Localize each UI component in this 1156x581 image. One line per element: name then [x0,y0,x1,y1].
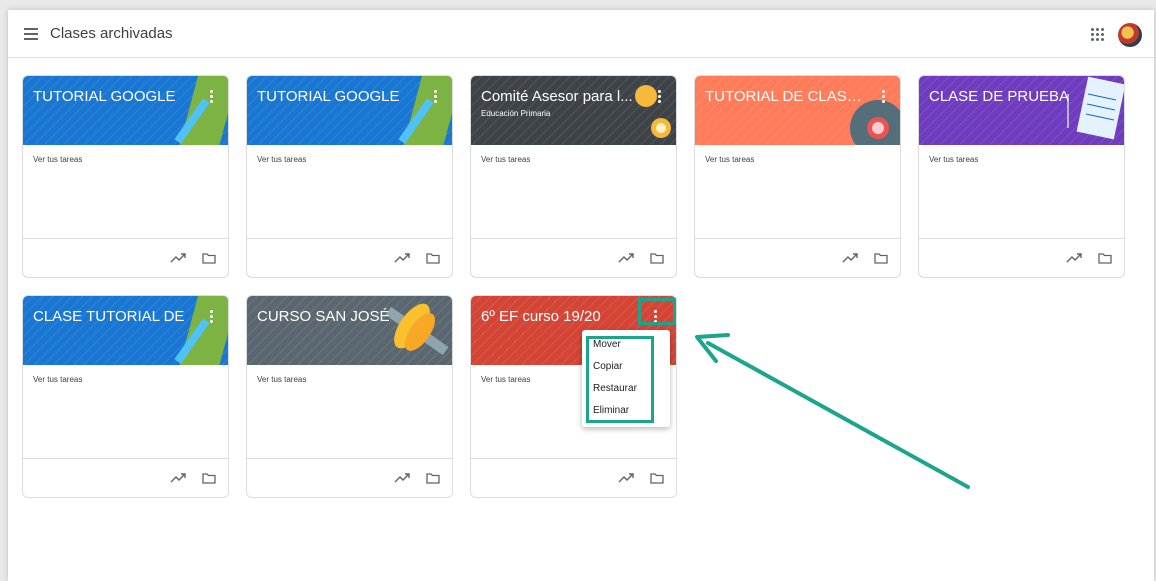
trending-up-icon[interactable] [618,252,634,264]
sheet-music-illustration [1067,76,1124,140]
card-banner[interactable]: CURSO SAN JOSÉ [247,296,452,365]
class-title[interactable]: TUTORIAL GOOGLE [33,88,193,105]
barbell-illustration [385,303,449,356]
class-title[interactable]: TUTORIAL GOOGLE [257,88,417,105]
page-title: Clases archivadas [50,25,173,42]
trophy-illustration [635,85,671,138]
menu-item-mover[interactable]: Mover [593,339,621,350]
card-footer [23,238,228,277]
class-card: CLASE DE PRUEBA Ver tus tareas [918,75,1125,278]
hamburger-menu-icon[interactable] [24,28,38,40]
more-vert-icon[interactable] [876,86,890,106]
card-banner[interactable]: CLASE DE PRUEBA [919,76,1124,145]
card-banner[interactable]: TUTORIAL GOOGLE [23,76,228,145]
trending-up-icon[interactable] [394,472,410,484]
folder-icon[interactable] [874,252,888,264]
view-tasks-link[interactable]: Ver tus tareas [33,155,82,164]
view-tasks-link[interactable]: Ver tus tareas [481,375,530,384]
user-avatar[interactable] [1118,23,1142,47]
folder-icon[interactable] [202,472,216,484]
card-footer [919,238,1124,277]
card-options-menu: Mover Copiar Restaurar Eliminar [582,330,670,427]
class-title[interactable]: TUTORIAL DE CLASS... [705,88,865,105]
card-banner[interactable]: TUTORIAL DE CLASS... [695,76,900,145]
folder-icon[interactable] [202,252,216,264]
top-bar: Clases archivadas [8,10,1154,58]
folder-icon[interactable] [426,252,440,264]
class-card: TUTORIAL DE CLASS... Ver tus tareas [694,75,901,278]
card-footer [471,238,676,277]
menu-item-restaurar[interactable]: Restaurar [593,383,637,394]
apps-grid-icon[interactable] [1091,28,1105,42]
trending-up-icon[interactable] [394,252,410,264]
class-card: Comité Asesor para l... Educación Primar… [470,75,677,278]
card-banner[interactable]: CLASE TUTORIAL DE [23,296,228,365]
view-tasks-link[interactable]: Ver tus tareas [33,375,82,384]
card-footer [247,238,452,277]
class-title[interactable]: CLASE DE PRUEBA [929,88,1089,105]
trending-up-icon[interactable] [1066,252,1082,264]
view-tasks-link[interactable]: Ver tus tareas [257,375,306,384]
more-vert-icon[interactable] [652,86,666,106]
card-footer [695,238,900,277]
view-tasks-link[interactable]: Ver tus tareas [705,155,754,164]
trending-up-icon[interactable] [170,252,186,264]
class-card: CLASE TUTORIAL DE Ver tus tareas [22,295,229,498]
class-card: TUTORIAL GOOGLE Ver tus tareas [22,75,229,278]
card-banner[interactable]: Comité Asesor para l... Educación Primar… [471,76,676,145]
pencil-ruler-illustration [398,76,452,145]
more-vert-icon[interactable] [204,86,218,106]
pencil-ruler-illustration [174,296,228,365]
more-vert-icon[interactable] [204,306,218,326]
class-card: CURSO SAN JOSÉ Ver tus tareas [246,295,453,498]
view-tasks-link[interactable]: Ver tus tareas [929,155,978,164]
plate-illustration [850,100,900,145]
view-tasks-link[interactable]: Ver tus tareas [257,155,306,164]
folder-icon[interactable] [650,252,664,264]
folder-icon[interactable] [1098,252,1112,264]
view-tasks-link[interactable]: Ver tus tareas [481,155,530,164]
trending-up-icon[interactable] [842,252,858,264]
folder-icon[interactable] [650,472,664,484]
trending-up-icon[interactable] [618,472,634,484]
card-banner[interactable]: TUTORIAL GOOGLE [247,76,452,145]
class-title[interactable]: 6º EF curso 19/20 [481,308,641,325]
menu-item-eliminar[interactable]: Eliminar [593,405,629,416]
folder-icon[interactable] [426,472,440,484]
class-title[interactable]: CURSO SAN JOSÉ [257,308,417,325]
menu-item-copiar[interactable]: Copiar [593,361,622,372]
more-vert-icon[interactable] [428,86,442,106]
more-vert-icon[interactable] [648,306,662,326]
class-card: TUTORIAL GOOGLE Ver tus tareas [246,75,453,278]
class-section: Educación Primaria [481,109,551,118]
card-footer [247,458,452,497]
card-footer [23,458,228,497]
class-title[interactable]: Comité Asesor para l... [481,88,641,105]
card-footer [471,458,676,497]
pencil-ruler-illustration [174,76,228,145]
trending-up-icon[interactable] [170,472,186,484]
class-title[interactable]: CLASE TUTORIAL DE [33,308,193,325]
